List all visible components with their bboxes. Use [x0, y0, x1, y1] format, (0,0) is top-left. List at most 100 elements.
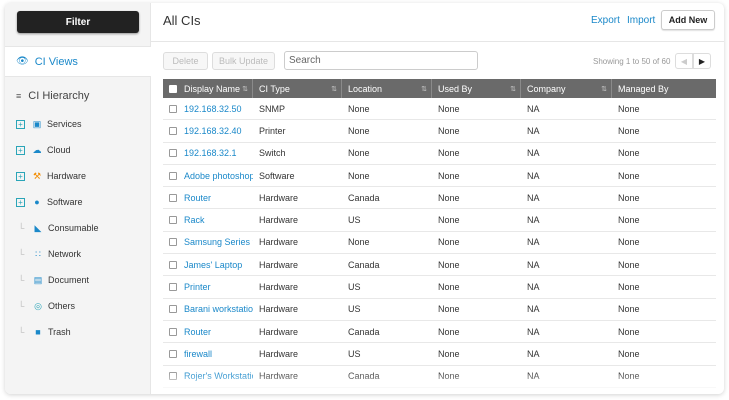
sort-icon[interactable]: ⇅ — [510, 85, 516, 93]
table-row[interactable]: Router Hardware Canada None NA None — [163, 187, 716, 210]
display-name-link[interactable]: firewall — [184, 349, 212, 359]
table-cell: NA — [527, 259, 540, 270]
display-name-link[interactable]: Rack — [184, 215, 205, 225]
display-name-cell[interactable]: Printer — [163, 276, 253, 297]
import-link[interactable]: Import — [627, 15, 655, 26]
sort-icon[interactable]: ⇅ — [421, 85, 427, 93]
tree-item-document[interactable]: └ ▤ Document — [18, 272, 89, 288]
display-name-link[interactable]: Barani workstation — [184, 304, 253, 314]
display-name-cell[interactable]: Barani workstation — [163, 299, 253, 320]
column-header[interactable]: Managed By — [612, 79, 716, 98]
search-input[interactable] — [284, 51, 478, 70]
display-name-link[interactable]: Printer — [184, 282, 211, 292]
expand-icon[interactable]: + — [16, 171, 25, 181]
display-name-link[interactable]: 192.168.32.40 — [184, 126, 242, 136]
row-checkbox[interactable] — [169, 260, 177, 269]
column-header[interactable]: Location ⇅ — [342, 79, 432, 98]
display-name-link[interactable]: 192.168.32.50 — [184, 104, 242, 114]
row-checkbox[interactable] — [169, 349, 177, 358]
column-header[interactable]: Display Name ⇅ — [163, 79, 253, 98]
table-cell: NA — [527, 237, 540, 248]
display-name-cell[interactable]: 192.168.32.50 — [163, 98, 253, 119]
table-row[interactable]: Samsung Series 9 Hardware None None NA None — [163, 232, 716, 255]
tree-item-others[interactable]: └ ◎ Others — [18, 298, 75, 314]
display-name-cell[interactable]: firewall — [163, 343, 253, 364]
column-label: Company — [527, 83, 566, 94]
column-header[interactable]: CI Type ⇅ — [253, 79, 342, 98]
ci-views-nav[interactable]: 👁︎ CI Views — [5, 46, 151, 77]
table-row[interactable]: Printer Hardware US None NA None — [163, 276, 716, 299]
ci-hierarchy-heading: ≡ CI Hierarchy — [16, 90, 89, 102]
display-name-link[interactable]: Router — [184, 193, 211, 203]
next-page-icon[interactable]: ▶ — [693, 53, 711, 69]
column-label: Display Name — [184, 83, 241, 94]
row-checkbox[interactable] — [169, 305, 177, 314]
prev-page-icon[interactable]: ◀ — [675, 53, 693, 69]
display-name-link[interactable]: Adobe photoshop... — [184, 171, 253, 181]
table-row[interactable]: firewall Hardware US None NA None — [163, 343, 716, 366]
tree-item-hardware[interactable]: + ⚒︎ Hardware — [16, 168, 86, 184]
tree-item-software[interactable]: + ● Software — [16, 194, 83, 210]
row-checkbox[interactable] — [169, 193, 177, 202]
display-name-cell[interactable]: James' Laptop — [163, 254, 253, 275]
tree-item-cloud[interactable]: + ☁︎ Cloud — [16, 142, 71, 158]
expand-icon[interactable]: + — [16, 197, 25, 207]
add-new-button[interactable]: Add New — [661, 10, 715, 30]
table-cell: None — [438, 215, 460, 226]
row-checkbox[interactable] — [169, 327, 177, 336]
row-checkbox[interactable] — [169, 283, 177, 292]
display-name-cell[interactable]: Adobe photoshop... — [163, 165, 253, 186]
table-cell: Hardware — [259, 237, 299, 248]
tree-item-label: Document — [48, 275, 90, 285]
display-name-link[interactable]: 192.168.32.1 — [184, 148, 237, 158]
tree-item-services[interactable]: + ▣ Services — [16, 116, 82, 132]
display-name-cell[interactable]: 192.168.32.40 — [163, 120, 253, 141]
column-label: Managed By — [618, 83, 669, 94]
sort-icon[interactable]: ⇅ — [242, 85, 248, 93]
table-cell: None — [438, 326, 460, 337]
expand-icon[interactable]: + — [16, 119, 25, 129]
display-name-link[interactable]: Router — [184, 327, 211, 337]
expand-icon[interactable]: + — [16, 145, 25, 155]
column-header[interactable]: Company ⇅ — [521, 79, 612, 98]
table-row[interactable]: Rack Hardware US None NA None — [163, 209, 716, 232]
select-all-checkbox[interactable] — [169, 84, 177, 93]
display-name-cell[interactable]: Samsung Series 9 — [163, 232, 253, 253]
table-cell: Hardware — [259, 326, 299, 337]
header-divider — [151, 41, 724, 42]
table-row[interactable]: 192.168.32.40 Printer None None NA None — [163, 120, 716, 143]
row-checkbox[interactable] — [169, 238, 177, 247]
filter-button[interactable]: Filter — [17, 11, 139, 33]
tree-item-trash[interactable]: └ ■ Trash — [18, 324, 71, 340]
tree-item-consumable[interactable]: └ ◣ Consumable — [18, 220, 99, 236]
row-checkbox[interactable] — [169, 149, 177, 158]
table-row[interactable]: Barani workstation Hardware US None NA None — [163, 299, 716, 321]
display-name-cell[interactable]: Router — [163, 321, 253, 342]
display-name-link[interactable]: James' Laptop — [184, 260, 242, 270]
table-row[interactable]: Router Hardware Canada None NA None — [163, 321, 716, 344]
table-row[interactable]: 192.168.32.50 SNMP None None NA None — [163, 98, 716, 121]
tree-item-label: Trash — [48, 327, 71, 337]
display-name-link[interactable]: Samsung Series 9 — [184, 237, 253, 247]
display-name-cell[interactable]: Rack — [163, 209, 253, 230]
delete-button[interactable]: Delete — [163, 52, 208, 70]
row-checkbox[interactable] — [169, 126, 177, 135]
export-link[interactable]: Export — [591, 15, 620, 26]
sort-icon[interactable]: ⇅ — [601, 85, 607, 93]
table-cell: NA — [527, 282, 540, 293]
tree-item-network[interactable]: └ ∷ Network — [18, 246, 81, 262]
sort-icon[interactable]: ⇅ — [331, 85, 337, 93]
row-checkbox[interactable] — [169, 216, 177, 225]
table-row[interactable]: James' Laptop Hardware Canada None NA None — [163, 254, 716, 277]
row-checkbox[interactable] — [169, 171, 177, 180]
table-row[interactable]: 192.168.32.1 Switch None None NA None — [163, 143, 716, 165]
display-name-cell[interactable]: Router — [163, 187, 253, 208]
table-cell: US — [348, 215, 361, 226]
table-cell: None — [438, 304, 460, 315]
row-checkbox[interactable] — [169, 104, 177, 113]
display-name-cell[interactable]: 192.168.32.1 — [163, 143, 253, 164]
column-header[interactable]: Used By ⇅ — [432, 79, 521, 98]
table-row[interactable]: Adobe photoshop... Software None None NA None — [163, 165, 716, 188]
table-cell: Hardware — [259, 348, 299, 359]
bulk-update-button[interactable]: Bulk Update — [212, 52, 275, 70]
